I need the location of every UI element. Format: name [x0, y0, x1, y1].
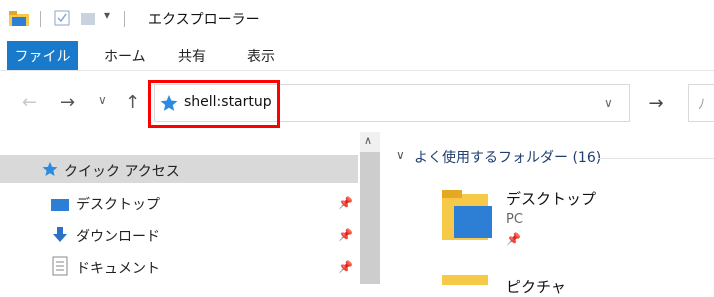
- customize-toolbar-icon[interactable]: ▾: [104, 8, 110, 22]
- folder-icon: [8, 8, 30, 32]
- pin-icon: 📌: [506, 232, 521, 246]
- divider: [598, 158, 714, 159]
- desktop-icon: [50, 197, 70, 217]
- pin-icon[interactable]: 📌: [338, 228, 353, 242]
- nav-item-label: クイック アクセス: [64, 164, 180, 180]
- properties-icon[interactable]: [54, 10, 70, 30]
- scroll-up-icon[interactable]: ∧: [364, 134, 372, 147]
- download-icon: [52, 226, 68, 248]
- address-dropdown-icon[interactable]: ∨: [604, 96, 613, 110]
- quick-access-star-icon: [42, 161, 58, 181]
- tab-home[interactable]: ホーム: [104, 46, 146, 66]
- forward-arrow-icon[interactable]: →: [60, 92, 75, 113]
- collapse-chevron-icon[interactable]: ∨: [396, 148, 405, 162]
- folder-location: PC: [506, 212, 523, 227]
- separator: [40, 11, 41, 27]
- window-title: エクスプローラー: [148, 12, 260, 28]
- recent-locations-icon[interactable]: ∨: [98, 93, 107, 107]
- pictures-folder-icon[interactable]: [440, 270, 496, 289]
- nav-item-downloads[interactable]: ダウンロード: [76, 226, 160, 246]
- new-folder-icon[interactable]: [80, 10, 96, 30]
- search-icon: ﾉ: [698, 97, 705, 113]
- back-arrow-icon[interactable]: ←: [22, 92, 37, 113]
- tab-file[interactable]: ファイル: [7, 41, 78, 70]
- desktop-folder-icon[interactable]: [440, 188, 496, 248]
- pin-icon[interactable]: 📌: [338, 196, 353, 210]
- tab-view[interactable]: 表示: [247, 46, 275, 66]
- document-icon: [52, 256, 68, 280]
- nav-item-desktop[interactable]: デスクトップ: [76, 194, 160, 214]
- folder-name[interactable]: ピクチャ: [506, 276, 566, 297]
- folder-name[interactable]: デスクトップ: [506, 188, 596, 209]
- pin-icon[interactable]: 📌: [338, 260, 353, 274]
- group-header[interactable]: よく使用するフォルダー (16): [414, 147, 601, 167]
- highlight-box: [148, 80, 280, 128]
- scrollbar-thumb[interactable]: [360, 152, 380, 284]
- go-arrow-icon[interactable]: →: [636, 84, 676, 122]
- up-arrow-icon[interactable]: ↑: [125, 92, 140, 113]
- separator: [124, 11, 125, 27]
- tab-share[interactable]: 共有: [178, 46, 206, 66]
- nav-item-documents[interactable]: ドキュメント: [76, 258, 160, 278]
